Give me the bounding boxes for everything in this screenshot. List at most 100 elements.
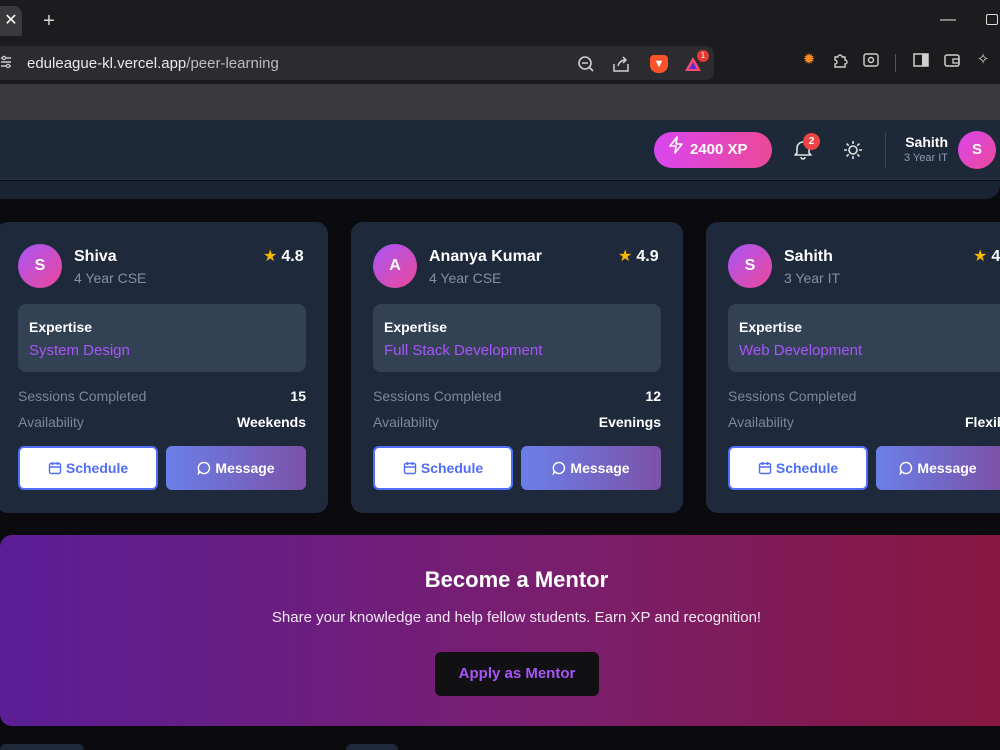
schedule-button[interactable]: Schedule <box>18 446 158 490</box>
calendar-icon <box>758 450 772 475</box>
schedule-label: Schedule <box>775 460 839 476</box>
expertise-value: Web Development <box>739 342 863 359</box>
message-button[interactable]: Message <box>166 446 306 490</box>
sessions-label: Sessions Completed <box>18 388 147 404</box>
availability-value: Flexib <box>965 414 1000 430</box>
apply-as-mentor-button[interactable]: Apply as Mentor <box>435 652 599 696</box>
message-icon <box>899 448 913 476</box>
sessions-label: Sessions Completed <box>373 388 502 404</box>
close-tab-icon[interactable]: ✕ <box>0 6 22 36</box>
expertise-value: System Design <box>29 342 130 359</box>
user-year: 3 Year IT <box>903 152 948 164</box>
mentor-name: Shiva <box>74 248 117 265</box>
sidebar-icon[interactable] <box>912 51 930 69</box>
minimize-window-icon[interactable]: — <box>940 10 956 30</box>
share-icon[interactable] <box>612 55 630 73</box>
banner-title: Become a Mentor <box>424 567 609 592</box>
banner-subtitle: Share your knowledge and help fellow stu… <box>271 609 762 626</box>
mentor-name: Ananya Kumar <box>429 248 542 265</box>
xp-value: 2400 XP <box>690 141 748 158</box>
message-button[interactable]: Message <box>521 446 661 490</box>
mentor-rating: ★ 4.9 <box>618 246 659 266</box>
schedule-label: Schedule <box>420 460 484 476</box>
mentor-avatar: A <box>373 244 417 288</box>
mentor-year: 4 Year CSE <box>429 270 502 286</box>
calendar-icon <box>48 450 62 475</box>
sun-icon[interactable] <box>842 139 864 161</box>
next-section-edge <box>0 744 84 750</box>
browser-tab-strip: ✕ + — <box>0 0 1000 42</box>
mentor-card: S Shiva 4 Year CSE ★ 4.8 Expertise System… <box>0 222 328 513</box>
leo-ai-icon[interactable]: ✧ <box>974 51 992 69</box>
become-mentor-banner: Become a Mentor Share your knowledge and… <box>0 535 1000 726</box>
message-button[interactable]: Message <box>876 446 1000 490</box>
expertise-box: Expertise System Design <box>18 304 306 372</box>
expertise-box: Expertise Web Development <box>728 304 1000 372</box>
header-divider <box>885 132 886 168</box>
site-settings-icon[interactable] <box>0 55 12 69</box>
next-section-edge <box>346 744 398 750</box>
url-host: eduleague-kl.vercel.app <box>27 55 187 72</box>
wallet-icon[interactable] <box>943 51 961 69</box>
schedule-button[interactable]: Schedule <box>728 446 868 490</box>
url-path: /peer-learning <box>186 55 279 72</box>
availability-label: Availability <box>373 414 439 430</box>
browser-toolbar: eduleague-kl.vercel.app/peer-learning ▼ … <box>0 42 1000 84</box>
toolbar-divider <box>895 54 896 72</box>
availability-value: Weekends <box>237 414 306 430</box>
rewards-badge: 1 <box>697 50 709 62</box>
url-text[interactable]: eduleague-kl.vercel.app/peer-learning <box>27 55 279 72</box>
mentor-card: S Sahith 3 Year IT ★ 4 Expertise Web Deve… <box>706 222 1000 513</box>
mentor-card: A Ananya Kumar 4 Year CSE ★ 4.9 Expertise… <box>351 222 683 513</box>
calendar-icon <box>403 450 417 475</box>
message-label: Message <box>570 460 630 476</box>
bookmarks-bar <box>0 84 1000 120</box>
section-edge <box>0 181 1000 199</box>
expertise-value: Full Stack Development <box>384 342 543 359</box>
maximize-window-icon[interactable] <box>986 14 998 25</box>
expertise-box: Expertise Full Stack Development <box>373 304 661 372</box>
address-bar[interactable]: eduleague-kl.vercel.app/peer-learning ▼ <box>0 46 714 80</box>
message-icon <box>552 448 566 476</box>
schedule-label: Schedule <box>65 460 129 476</box>
app-header: 2400 XP 2 Sahith 3 Year IT S <box>0 120 1000 180</box>
rating-value: 4.9 <box>636 248 659 265</box>
zoom-out-icon[interactable] <box>577 55 595 73</box>
availability-label: Availability <box>728 414 794 430</box>
schedule-button[interactable]: Schedule <box>373 446 513 490</box>
user-name: Sahith <box>905 134 948 150</box>
mentor-rating: ★ 4 <box>973 246 1000 266</box>
expertise-label: Expertise <box>739 319 803 335</box>
mentor-rating: ★ 4.8 <box>263 246 304 266</box>
message-label: Message <box>917 460 977 476</box>
star-icon: ★ <box>618 248 633 265</box>
page-bottom <box>0 726 1000 750</box>
notification-count-badge: 2 <box>803 133 820 150</box>
mentor-year: 3 Year IT <box>784 270 841 286</box>
screenshot-icon[interactable] <box>862 51 880 69</box>
sessions-value: 12 <box>645 388 661 404</box>
expertise-label: Expertise <box>29 319 93 335</box>
sessions-value: 15 <box>290 388 306 404</box>
message-label: Message <box>215 460 275 476</box>
message-icon <box>197 448 211 476</box>
star-icon: ★ <box>263 248 278 265</box>
availability-value: Evenings <box>598 414 661 430</box>
extension-sun-icon[interactable]: ✹ <box>800 51 818 69</box>
mentor-year: 4 Year CSE <box>74 270 147 286</box>
expertise-label: Expertise <box>384 319 448 335</box>
mentor-avatar: S <box>18 244 62 288</box>
rating-value: 4 <box>991 248 1000 265</box>
sessions-label: Sessions Completed <box>728 388 857 404</box>
mentor-avatar: S <box>728 244 772 288</box>
new-tab-button[interactable]: + <box>38 8 60 34</box>
brave-shield-icon[interactable]: ▼ <box>650 55 668 73</box>
availability-label: Availability <box>18 414 84 430</box>
star-icon: ★ <box>973 248 988 265</box>
user-avatar[interactable]: S <box>958 131 996 169</box>
rating-value: 4.8 <box>281 248 304 265</box>
puzzle-icon[interactable] <box>832 51 850 69</box>
xp-badge[interactable]: 2400 XP <box>654 132 772 168</box>
bolt-icon <box>668 132 684 168</box>
mentor-name: Sahith <box>784 248 833 265</box>
